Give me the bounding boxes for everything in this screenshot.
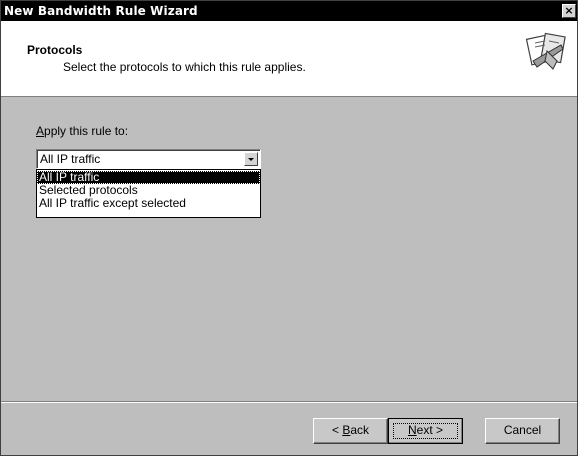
title-bar[interactable]: New Bandwidth Rule Wizard × xyxy=(1,1,577,21)
close-icon: × xyxy=(564,4,574,17)
apply-label-text: pply this rule to: xyxy=(44,124,129,138)
apply-rule-label: Apply this rule to: xyxy=(36,124,128,138)
dropdown-option-all-except-selected[interactable]: All IP traffic except selected xyxy=(37,197,260,210)
cancel-button[interactable]: Cancel xyxy=(485,418,560,444)
combobox-value: All IP traffic xyxy=(40,152,101,166)
page-title: Protocols xyxy=(27,43,83,57)
next-button[interactable]: Next > xyxy=(388,418,463,444)
window-title: New Bandwidth Rule Wizard xyxy=(4,4,198,18)
focus-rect xyxy=(393,423,458,439)
wizard-header: Protocols Select the protocols to which … xyxy=(1,21,577,97)
chevron-down-icon[interactable] xyxy=(244,152,258,166)
back-button[interactable]: < Back xyxy=(313,418,388,444)
cancel-label: Cancel xyxy=(503,423,542,437)
apply-label-access-key: A xyxy=(36,124,45,138)
back-label: ack xyxy=(350,423,370,437)
wizard-body: Apply this rule to: All IP traffic All I… xyxy=(1,98,577,388)
back-prefix: < xyxy=(331,423,343,437)
apply-rule-dropdown-list[interactable]: All IP traffic Selected protocols All IP… xyxy=(36,169,261,218)
wizard-window: New Bandwidth Rule Wizard × Protocols Se… xyxy=(0,0,578,456)
wizard-icon xyxy=(525,32,566,70)
close-button[interactable]: × xyxy=(562,4,576,18)
footer-separator xyxy=(1,401,577,403)
page-subtitle: Select the protocols to which this rule … xyxy=(63,60,306,74)
apply-rule-combobox[interactable]: All IP traffic xyxy=(36,149,261,169)
